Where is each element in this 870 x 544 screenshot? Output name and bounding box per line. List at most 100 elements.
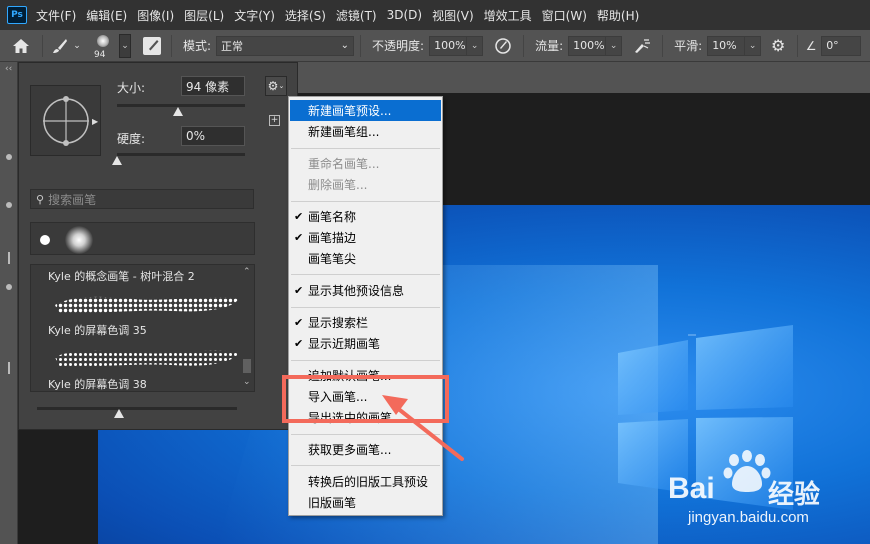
menu-item-label: 画笔笔尖 xyxy=(308,252,357,266)
hardness-slider-track[interactable] xyxy=(117,153,245,156)
menu-item-new-brush-group[interactable]: 新建画笔组... xyxy=(290,121,441,142)
menu-help[interactable]: 帮助(H) xyxy=(592,7,644,24)
menu-3d[interactable]: 3D(D) xyxy=(382,8,427,22)
menu-item-label: 显示其他预设信息 xyxy=(308,284,405,298)
menu-type[interactable]: 文字(Y) xyxy=(229,7,280,24)
brush-angle-preview[interactable] xyxy=(30,85,101,156)
size-label: 大小: xyxy=(117,81,146,95)
list-item[interactable]: Kyle 的屏幕色调 38 xyxy=(31,373,241,391)
caret-right-icon: ▶ xyxy=(92,117,99,126)
watermark-brand-left: Bai xyxy=(668,472,715,505)
airbrush-icon[interactable] xyxy=(628,38,656,54)
opacity-input[interactable]: 100% xyxy=(429,35,468,56)
tool-icon[interactable] xyxy=(6,202,12,208)
hardness-label: 硬度: xyxy=(117,132,146,146)
menu-item-converted-legacy-presets[interactable]: 转换后的旧版工具预设 xyxy=(290,471,441,492)
collapse-toolbar-icon[interactable]: ‹‹ xyxy=(5,64,12,74)
search-placeholder: 搜索画笔 xyxy=(48,192,97,207)
divider xyxy=(797,34,799,57)
brush-list-scrollbar[interactable]: ⌃ ⌄ xyxy=(240,265,254,391)
add-preset-icon[interactable]: + xyxy=(269,115,280,126)
scrollbar-thumb[interactable] xyxy=(243,359,251,373)
brush-picker-chevron-icon[interactable]: ⌄ xyxy=(119,33,131,58)
panel-settings-gear-icon[interactable]: ⚙ ⌄ xyxy=(265,76,287,96)
chevron-down-icon: ⌄ xyxy=(340,40,350,51)
flow-chevron-icon[interactable]: ⌄ xyxy=(606,35,623,56)
brush-tool-icon[interactable] xyxy=(49,38,71,54)
smoothing-chevron-icon[interactable]: ⌄ xyxy=(745,35,762,56)
menu-item-label: 转换后的旧版工具预设 xyxy=(308,475,429,489)
gear-icon[interactable]: ⚙ xyxy=(765,36,791,55)
opacity-chevron-icon[interactable]: ⌄ xyxy=(467,35,484,56)
list-item[interactable]: Kyle 的屏幕色调 35 xyxy=(31,319,241,337)
home-icon[interactable] xyxy=(6,38,36,54)
mode-value: 正常 xyxy=(221,39,244,53)
brush-name: Kyle 的屏幕色调 35 xyxy=(48,324,147,337)
pressure-opacity-icon[interactable] xyxy=(489,37,517,55)
brush-stroke-preview[interactable] xyxy=(53,293,241,316)
menu-item-label: 删除画笔... xyxy=(308,178,368,192)
tool-icon[interactable] xyxy=(8,362,10,374)
menu-item-brush-name[interactable]: ✔ 画笔名称 xyxy=(290,206,441,227)
brush-name: Kyle 的屏幕色调 38 xyxy=(48,378,147,391)
divider xyxy=(523,34,525,57)
menu-view[interactable]: 视图(V) xyxy=(427,7,479,24)
chevron-up-icon[interactable]: ⌃ xyxy=(243,267,251,277)
brush-list: Kyle 的概念画笔 - 树叶混合 2 Kyle 的屏幕色调 35 Kyle 的… xyxy=(30,264,255,392)
recent-brush-hard-icon[interactable] xyxy=(40,235,50,245)
menu-edit[interactable]: 编辑(E) xyxy=(81,7,132,24)
opacity-label: 不透明度: xyxy=(372,39,425,53)
brush-tip-dot-icon xyxy=(97,34,109,47)
menu-item-label: 画笔名称 xyxy=(308,210,357,224)
brush-search-bar[interactable]: ⚲ 搜索画笔 xyxy=(30,189,254,209)
menu-layer[interactable]: 图层(L) xyxy=(179,7,229,24)
tool-icon[interactable] xyxy=(6,154,12,160)
toolbar: ‹‹ xyxy=(0,62,18,544)
menu-item-label: 重命名画笔... xyxy=(308,157,380,171)
annotation-arrow-icon xyxy=(382,395,464,461)
menu-item-label: 显示搜索栏 xyxy=(308,316,369,330)
hardness-slider-thumb[interactable] xyxy=(112,156,122,165)
angle-input[interactable]: 0° xyxy=(821,35,862,56)
flow-label: 流量: xyxy=(535,39,564,53)
brush-stroke-preview[interactable] xyxy=(53,347,241,370)
menu-file[interactable]: 文件(F) xyxy=(31,7,81,24)
tool-icon[interactable] xyxy=(8,252,10,264)
menu-item-show-preset-info[interactable]: ✔ 显示其他预设信息 xyxy=(290,280,441,301)
list-item[interactable]: Kyle 的概念画笔 - 树叶混合 2 xyxy=(31,265,241,283)
brush-settings-panel-icon[interactable] xyxy=(143,36,161,55)
mode-select[interactable]: 正常 ⌄ xyxy=(216,35,355,56)
size-slider-thumb[interactable] xyxy=(173,107,184,116)
chevron-down-icon[interactable]: ⌄ xyxy=(71,41,83,51)
menu-item-show-recent-brushes[interactable]: ✔ 显示近期画笔 xyxy=(290,333,441,354)
menu-image[interactable]: 图像(I) xyxy=(132,7,179,24)
smoothing-label: 平滑: xyxy=(674,39,703,53)
chevron-down-icon[interactable]: ⌄ xyxy=(243,377,251,387)
menu-item-brush-stroke[interactable]: ✔ 画笔描边 xyxy=(290,227,441,248)
smoothing-input[interactable]: 10% xyxy=(707,35,746,56)
search-icon: ⚲ xyxy=(36,192,45,206)
menu-item-label: 新建画笔预设... xyxy=(308,104,392,118)
checkmark-icon: ✔ xyxy=(294,210,304,223)
menu-item-new-brush-preset[interactable]: 新建画笔预设... xyxy=(290,100,441,121)
menu-item-label: 新建画笔组... xyxy=(308,125,380,139)
preview-size-slider-track[interactable] xyxy=(37,407,237,410)
brush-size-readout: 94 xyxy=(94,49,106,60)
flow-input[interactable]: 100% xyxy=(568,35,607,56)
menu-plugins[interactable]: 增效工具 xyxy=(479,7,537,24)
photoshop-logo: Ps xyxy=(7,6,27,24)
preview-size-slider-thumb[interactable] xyxy=(114,409,124,418)
size-input[interactable]: 94 像素 xyxy=(181,76,245,96)
menu-item-show-search-bar[interactable]: ✔ 显示搜索栏 xyxy=(290,312,441,333)
hardness-input[interactable]: 0% xyxy=(181,126,245,146)
recent-brush-soft-icon[interactable] xyxy=(65,226,93,254)
menu-item-brush-tip[interactable]: 画笔笔尖 xyxy=(290,248,441,269)
menu-bar: Ps 文件(F) 编辑(E) 图像(I) 图层(L) 文字(Y) 选择(S) 滤… xyxy=(0,0,870,30)
menu-window[interactable]: 窗口(W) xyxy=(537,7,592,24)
tool-icon[interactable] xyxy=(6,284,12,290)
recent-brushes-row xyxy=(30,222,255,255)
menu-item-legacy-brushes[interactable]: 旧版画笔 xyxy=(290,492,441,513)
menu-select[interactable]: 选择(S) xyxy=(280,7,331,24)
menu-filter[interactable]: 滤镜(T) xyxy=(331,7,382,24)
brush-preset-picker[interactable]: 94 xyxy=(89,31,119,61)
